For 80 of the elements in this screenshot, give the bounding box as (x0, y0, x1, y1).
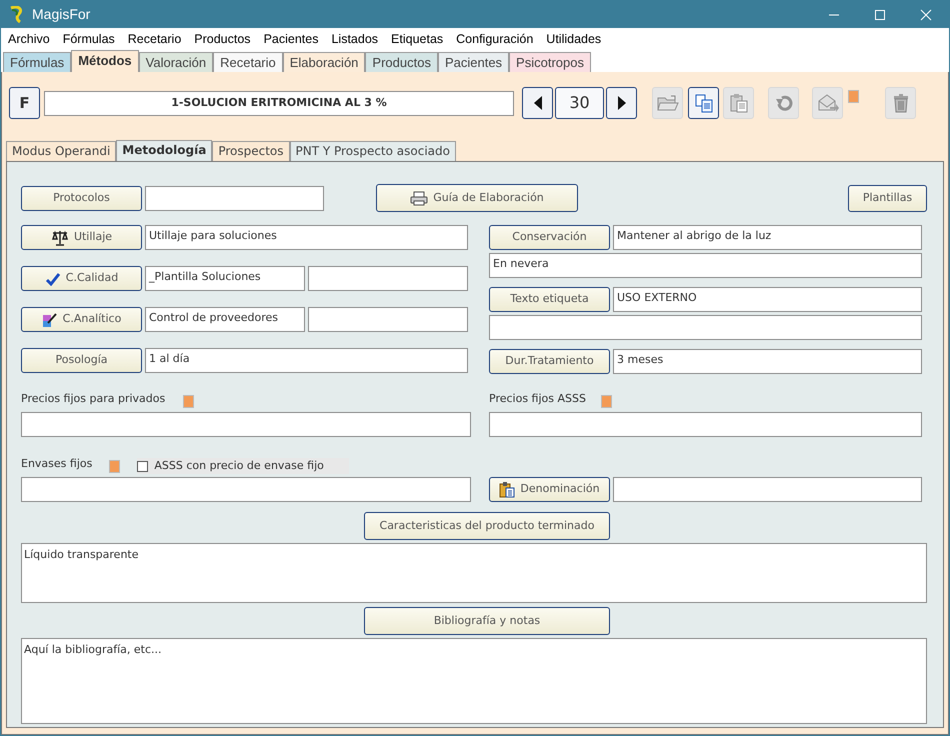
text-field[interactable] (308, 307, 468, 332)
folder-icon (656, 94, 678, 112)
form-button[interactable]: Texto etiqueta (489, 287, 610, 312)
menu-item[interactable]: Recetario (128, 30, 182, 48)
text-field[interactable] (21, 412, 471, 437)
tab[interactable]: PNT Y Prospecto asociado (290, 141, 456, 161)
text-area[interactable]: Líquido transparente (21, 543, 927, 603)
scale-icon (50, 230, 69, 246)
text-field[interactable]: _Plantilla Soluciones (145, 266, 305, 291)
window-title: MagisFor (32, 5, 90, 24)
tab[interactable]: Metodología (116, 140, 212, 161)
text-field[interactable]: Control de proveedores (145, 307, 305, 332)
check-icon (44, 272, 61, 286)
left-triangle-icon (534, 96, 542, 110)
form-button[interactable]: Bibliografía y notas (364, 607, 610, 635)
checkbox-label: ASSS con precio de envase fijo (154, 458, 324, 474)
text-field[interactable]: 1 al día (145, 348, 468, 373)
menu-item[interactable]: Archivo (8, 30, 50, 48)
form-button[interactable]: Utillaje (21, 225, 142, 250)
tab[interactable]: Pacientes (438, 52, 510, 72)
clipboard-icon (499, 481, 516, 498)
menu-item[interactable]: Fórmulas (62, 30, 115, 48)
next-button[interactable] (606, 87, 637, 119)
trash-icon (892, 93, 910, 113)
undo-icon (774, 94, 794, 112)
printer-icon (410, 190, 428, 206)
field-label: Envases fijos (21, 456, 92, 472)
previous-button[interactable] (522, 87, 553, 119)
menu-item[interactable]: Pacientes (264, 30, 318, 48)
menu-item[interactable]: Etiquetas (391, 30, 444, 48)
close-icon[interactable] (920, 8, 932, 20)
text-field[interactable]: 3 meses (613, 349, 922, 374)
record-field[interactable]: 30 (555, 87, 604, 119)
form-button[interactable]: C.Calidad (21, 266, 142, 291)
text-field[interactable] (145, 186, 324, 210)
copy-icon (694, 93, 714, 113)
text-field[interactable] (21, 477, 471, 502)
tab[interactable]: Recetario (213, 52, 283, 72)
form-button[interactable]: Guía de Elaboración (376, 184, 578, 212)
form-button[interactable]: Plantillas (848, 184, 927, 212)
text-field[interactable] (613, 477, 922, 502)
text-area[interactable]: Aquí la bibliografía, etc... (21, 638, 927, 724)
form-button[interactable]: Caracteristicas del producto terminado (364, 512, 610, 540)
checkbox[interactable] (137, 460, 148, 472)
tab[interactable]: Psicotropos (509, 52, 591, 72)
form-button[interactable]: Protocolos (21, 186, 142, 210)
tab[interactable]: Valoración (138, 52, 214, 72)
menu-item[interactable]: Utilidades (546, 30, 602, 48)
text-field[interactable]: Mantener al abrigo de la luz (613, 225, 922, 250)
text-field[interactable]: USO EXTERNO (613, 287, 922, 312)
menu-item[interactable]: Productos (194, 30, 251, 48)
f-button[interactable]: F (9, 87, 40, 119)
toolbar-button[interactable] (688, 87, 719, 119)
form-button[interactable]: Posología (21, 348, 142, 373)
maximize-icon[interactable] (874, 8, 886, 20)
form-button[interactable]: C.Analítico (21, 307, 142, 332)
tab[interactable]: Métodos (71, 50, 139, 72)
field-label: Precios fijos para privados (21, 390, 166, 407)
tab[interactable]: Prospectos (212, 141, 290, 161)
tab[interactable]: Fórmulas (3, 52, 72, 72)
menu-item[interactable]: Configuración (456, 30, 534, 48)
text-field[interactable] (489, 315, 922, 340)
text-field[interactable] (489, 412, 922, 437)
pencil-icon (42, 312, 58, 328)
envelope-arrow-icon (816, 93, 838, 113)
form-button[interactable]: Conservación (489, 225, 610, 250)
form-button[interactable]: Denominación (489, 477, 610, 502)
field-label: Precios fijos ASSS (489, 390, 586, 407)
text-field[interactable] (308, 266, 468, 291)
form-button[interactable]: Dur.Tratamiento (489, 349, 610, 374)
text-field[interactable]: En nevera (489, 253, 922, 278)
app-logo-icon (8, 6, 24, 24)
tab[interactable]: Productos (365, 52, 438, 72)
text-field[interactable]: Utillaje para soluciones (145, 225, 468, 250)
tab[interactable]: Modus Operandi (6, 141, 116, 161)
menu-item[interactable]: Listados (331, 30, 378, 48)
clipboard-icon (728, 93, 748, 113)
tab[interactable]: Elaboración (282, 52, 366, 72)
right-triangle-icon (618, 96, 626, 110)
text-field[interactable]: 1-SOLUCION ERITROMICINA AL 3 % (44, 90, 514, 116)
